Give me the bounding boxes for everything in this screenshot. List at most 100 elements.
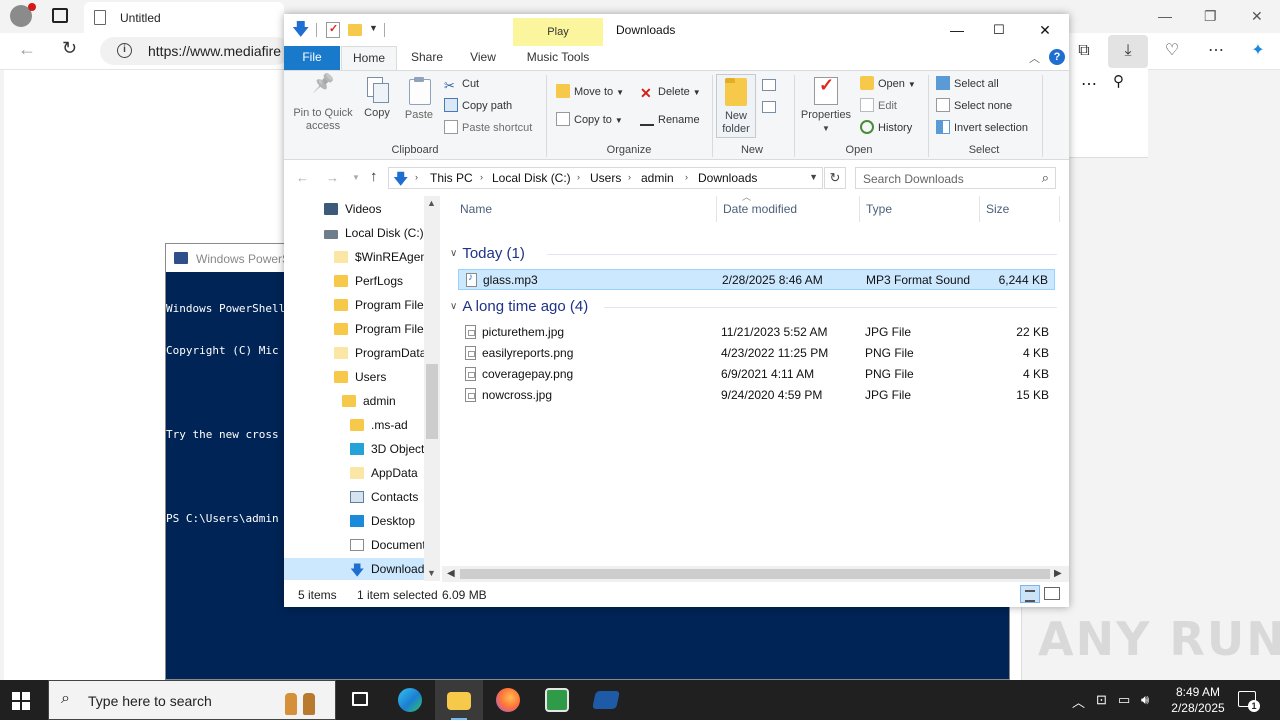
taskbar-search-box[interactable]: ⌕ Type here to search xyxy=(48,680,336,720)
properties-button[interactable]: Properties ▼ xyxy=(798,77,854,135)
scroll-right-arrow-icon[interactable]: ▶ xyxy=(1054,568,1062,579)
history-button[interactable]: History xyxy=(860,119,912,137)
browser-restore-button[interactable]: ❐ xyxy=(1204,8,1217,25)
nav-item-winreagent[interactable]: $WinREAgent xyxy=(334,246,424,268)
forward-arrow-icon[interactable]: → xyxy=(326,170,339,185)
group-header-today[interactable]: ∨ Today (1) xyxy=(450,245,525,262)
open-button[interactable]: Open ▼ xyxy=(860,75,916,93)
powershell-console[interactable]: Windows PowerShell Copyright (C) Mic Try… xyxy=(166,274,286,554)
nav-item-appdata[interactable]: AppData xyxy=(350,462,418,484)
volume-icon[interactable]: 🔊︎ xyxy=(1141,692,1149,708)
cut-button[interactable]: Cut xyxy=(444,75,479,93)
new-folder-button[interactable]: New folder xyxy=(716,74,756,138)
nav-item-videos[interactable]: Videos xyxy=(324,198,381,220)
taskbar-file-explorer-button[interactable] xyxy=(435,680,483,720)
refresh-button[interactable]: ↻ xyxy=(824,167,846,189)
address-history-chevron-icon[interactable]: ▼ xyxy=(809,172,818,182)
tab-home[interactable]: Home xyxy=(341,46,397,71)
up-arrow-icon[interactable]: ↑ xyxy=(370,168,378,185)
tab-actions-icon[interactable] xyxy=(52,8,68,23)
copy-button[interactable]: Copy xyxy=(360,77,394,120)
task-view-button[interactable] xyxy=(336,680,384,720)
pin-to-quick-access-button[interactable]: Pin to Quick access xyxy=(290,77,356,133)
column-header-date-modified[interactable]: Date modified xyxy=(717,196,860,222)
nav-item-programdata[interactable]: ProgramData xyxy=(334,342,424,364)
copilot-icon[interactable]: ✦ xyxy=(1248,41,1268,61)
explorer-maximize-button[interactable]: ☐ xyxy=(976,18,1022,42)
taskbar-clock[interactable]: 8:49 AM 2/28/2025 xyxy=(1160,684,1236,716)
paste-shortcut-button[interactable]: Paste shortcut xyxy=(444,119,532,137)
explorer-minimize-button[interactable]: — xyxy=(934,18,980,42)
more-options-icon[interactable]: ⋯ xyxy=(1081,74,1097,94)
taskbar-powershell-button[interactable] xyxy=(582,680,630,720)
column-header-name[interactable]: Name xyxy=(454,196,717,222)
taskbar-edge-button[interactable] xyxy=(386,680,434,720)
address-bar[interactable]: i https://www.mediafire xyxy=(100,37,290,65)
extensions-icon[interactable]: ⧉ xyxy=(1074,41,1094,61)
file-list[interactable]: ︿ Name Date modified Type Size ∨ Today (1… xyxy=(442,192,1069,566)
invert-selection-button[interactable]: Invert selection xyxy=(936,119,1028,137)
file-row[interactable]: easilyreports.png 4/23/2022 11:25 PM PNG… xyxy=(458,343,1055,364)
scroll-left-arrow-icon[interactable]: ◀ xyxy=(447,568,455,579)
scrollbar-thumb[interactable] xyxy=(460,569,1050,579)
recent-locations-chevron-icon[interactable]: ▼ xyxy=(352,173,360,182)
tab-music-tools[interactable]: Music Tools xyxy=(513,46,603,70)
taskbar-firefox-button[interactable] xyxy=(484,680,532,720)
nav-item-local-disk[interactable]: Local Disk (C:) xyxy=(324,222,424,244)
browser-tab[interactable]: Untitled xyxy=(84,2,284,33)
site-info-icon[interactable]: i xyxy=(117,43,132,58)
select-none-button[interactable]: Select none xyxy=(936,97,1012,115)
paste-button[interactable]: Paste xyxy=(402,77,436,122)
breadcrumb-admin[interactable]: admin xyxy=(641,171,674,185)
breadcrumb-downloads[interactable]: Downloads xyxy=(698,171,757,185)
nav-item-program-files[interactable]: Program Files xyxy=(334,294,424,316)
nav-item-contacts[interactable]: Contacts xyxy=(350,486,418,508)
navigation-pane-scrollbar[interactable]: ▲ ▼ xyxy=(424,196,440,581)
navigation-pane[interactable]: Videos Local Disk (C:) $WinREAgent PerfL… xyxy=(284,196,424,581)
delete-button[interactable]: Delete▼ xyxy=(640,83,701,101)
tab-view[interactable]: View xyxy=(457,46,509,70)
nav-item-admin[interactable]: admin xyxy=(342,390,396,412)
pin-icon[interactable]: ⚲ xyxy=(1113,72,1124,90)
nav-item-users[interactable]: Users xyxy=(334,366,386,388)
details-view-icon[interactable] xyxy=(1020,585,1040,603)
nav-item-perflogs[interactable]: PerfLogs xyxy=(334,270,403,292)
start-windows-icon[interactable] xyxy=(12,692,30,710)
show-hidden-icons-chevron-icon[interactable]: ︿ xyxy=(1072,692,1085,711)
file-row[interactable]: picturethem.jpg 11/21/2023 5:52 AM JPG F… xyxy=(458,322,1055,343)
nav-item-3d-objects[interactable]: 3D Objects xyxy=(350,438,424,460)
browser-minimize-button[interactable]: — xyxy=(1158,8,1172,24)
browser-essentials-icon[interactable]: ♡ xyxy=(1162,41,1182,61)
file-row[interactable]: coveragepay.png 6/9/2021 4:11 AM PNG Fil… xyxy=(458,364,1055,385)
column-header-size[interactable]: Size xyxy=(980,196,1060,222)
tab-share[interactable]: Share xyxy=(401,46,453,70)
breadcrumb-local-disk[interactable]: Local Disk (C:) xyxy=(492,171,571,185)
back-arrow-icon[interactable]: ← xyxy=(296,170,309,185)
copy-to-button[interactable]: Copy to ▼ xyxy=(556,111,623,129)
group-header-long-time-ago[interactable]: ∨ A long time ago (4) xyxy=(450,298,588,315)
back-icon[interactable]: ← xyxy=(18,39,36,60)
tab-file[interactable]: File xyxy=(284,46,340,70)
search-box[interactable]: Search Downloads ⌕ xyxy=(855,167,1056,189)
edit-button[interactable]: Edit xyxy=(860,97,897,115)
file-list-horizontal-scrollbar[interactable]: ◀ ▶ xyxy=(442,566,1069,582)
nav-item-downloads[interactable]: 🡇 Downloads xyxy=(284,558,424,580)
qat-new-folder-icon[interactable] xyxy=(348,24,362,36)
rename-button[interactable]: Rename xyxy=(640,111,700,129)
file-explorer-window[interactable]: 🡇 ▼ Play Downloads — ☐ ✕ File Home Share… xyxy=(284,14,1069,607)
easy-access-icon[interactable] xyxy=(762,101,776,113)
network-icon[interactable]: ▭ xyxy=(1118,692,1130,708)
large-icons-view-icon[interactable] xyxy=(1044,587,1060,600)
network-device-icon[interactable]: ⊡ xyxy=(1096,692,1107,708)
profile-avatar-icon[interactable] xyxy=(10,3,36,27)
scroll-down-arrow-icon[interactable]: ▼ xyxy=(427,568,436,578)
explorer-close-button[interactable]: ✕ xyxy=(1022,18,1068,42)
more-menu-icon[interactable]: ⋯ xyxy=(1206,41,1226,61)
browser-close-button[interactable]: ✕ xyxy=(1251,8,1263,25)
nav-item-program-files-x86[interactable]: Program Files xyxy=(334,318,424,340)
breadcrumb-users[interactable]: Users xyxy=(590,171,621,185)
column-header-type[interactable]: Type xyxy=(860,196,980,222)
copy-path-button[interactable]: Copy path xyxy=(444,97,512,115)
qat-customize-chevron-icon[interactable]: ▼ xyxy=(369,23,378,33)
download-icon[interactable]: ⤓ xyxy=(1118,41,1138,61)
